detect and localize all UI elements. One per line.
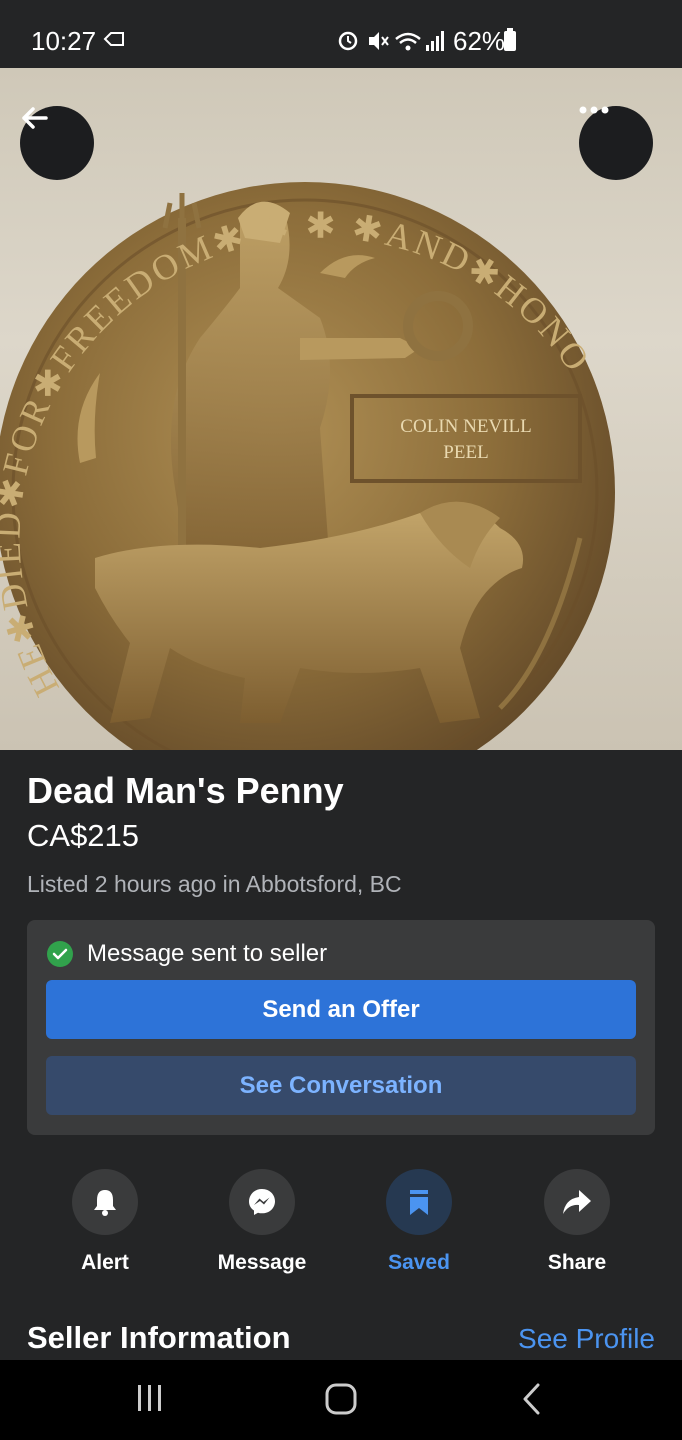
more-options-button[interactable]: [579, 106, 653, 180]
see-conversation-button[interactable]: See Conversation: [46, 1056, 636, 1115]
saved-label: Saved: [388, 1251, 450, 1274]
status-icons: [336, 29, 446, 58]
listing-meta: Listed 2 hours ago in Abbotsford, BC: [27, 871, 402, 897]
see-profile-link[interactable]: See Profile: [518, 1323, 655, 1355]
chevron-left-icon: [523, 1383, 540, 1415]
medal-image: COLIN NEVILL PEEL HE✱DIED✱FOR✱FREEDOM✱ ✱…: [0, 68, 615, 750]
more-icon: [579, 106, 609, 114]
alert-action[interactable]: Alert: [45, 1169, 165, 1275]
battery-icon: [504, 28, 516, 51]
bookmark-icon: [410, 1190, 428, 1215]
recent-apps-icon: [138, 1385, 161, 1411]
message-label: Message: [217, 1251, 307, 1274]
message-button[interactable]: [229, 1169, 295, 1235]
bell-icon: [94, 1190, 116, 1216]
back-button[interactable]: [20, 106, 94, 180]
alert-button[interactable]: [72, 1169, 138, 1235]
listing-photo[interactable]: COLIN NEVILL PEEL HE✱DIED✱FOR✱FREEDOM✱ ✱…: [0, 68, 682, 750]
back-nav-button[interactable]: [520, 1382, 542, 1421]
cast-icon: [102, 30, 126, 53]
listing-price: CA$215: [27, 818, 140, 853]
arrow-left-icon: [22, 107, 48, 129]
listing-title: Dead Man's Penny: [27, 770, 344, 811]
system-nav-bar: [0, 1360, 682, 1440]
messenger-icon: [249, 1189, 275, 1215]
battery-percent: 62%: [453, 26, 506, 56]
medal-name-line1: COLIN NEVILL: [400, 416, 531, 437]
message-status: Message sent to seller: [47, 940, 327, 968]
saved-button[interactable]: [386, 1169, 452, 1235]
medal-name-line2: PEEL: [443, 442, 488, 463]
recent-apps-button[interactable]: [136, 1382, 164, 1419]
seller-information-heading: Seller Information: [27, 1320, 291, 1355]
home-button[interactable]: [324, 1382, 358, 1421]
share-label: Share: [547, 1251, 607, 1274]
share-button[interactable]: [544, 1169, 610, 1235]
saved-action[interactable]: Saved: [359, 1169, 479, 1275]
check-circle-icon: [47, 941, 73, 967]
send-offer-button[interactable]: Send an Offer: [46, 980, 636, 1039]
message-panel: Message sent to seller Send an Offer See…: [27, 920, 655, 1135]
alert-label: Alert: [81, 1251, 129, 1274]
share-action[interactable]: Share: [517, 1169, 637, 1275]
status-bar: 10:27 62%: [0, 0, 682, 68]
share-icon: [563, 1190, 591, 1214]
message-status-text: Message sent to seller: [87, 940, 328, 967]
message-action[interactable]: Message: [202, 1169, 322, 1275]
home-icon: [325, 1383, 357, 1415]
status-time: 10:27: [31, 26, 97, 56]
